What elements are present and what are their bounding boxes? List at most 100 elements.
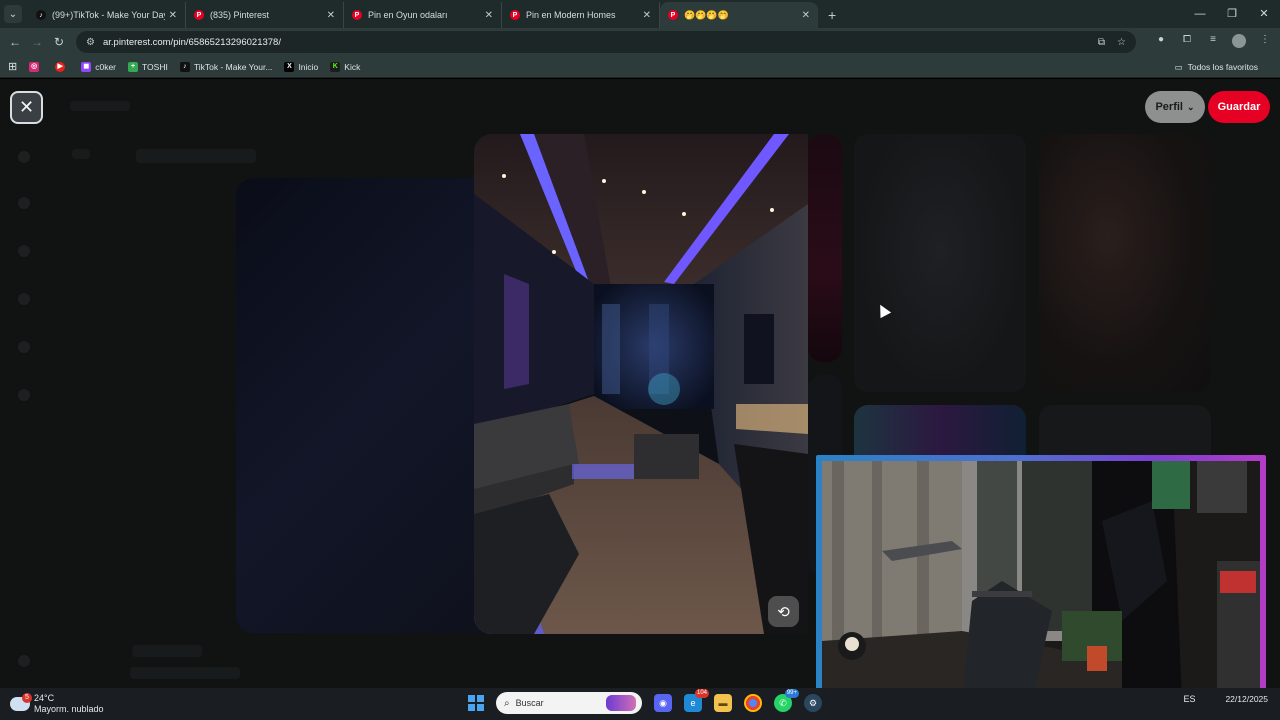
bookmark-toshi[interactable]: + TOSHI <box>128 61 168 72</box>
tab-pin-modern-homes[interactable]: P Pin en Modern Homes ✕ <box>502 2 660 28</box>
weather-description: Mayorm. nublado <box>34 704 104 714</box>
bookmarks-bar: ⊞ ◎ ▶ ◼ c0ker + TOSHI ♪ TikTok - Make Your.… <box>0 56 1280 78</box>
close-icon[interactable]: ✕ <box>802 10 810 21</box>
tiktok-icon: ♪ <box>179 61 190 72</box>
comment-row <box>130 667 240 679</box>
tab-tiktok[interactable]: ♪ (99+)TikTok - Make Your Day ✕ <box>28 2 186 28</box>
bookmark-instagram[interactable]: ◎ <box>29 61 43 72</box>
pinterest-icon: P <box>352 10 362 20</box>
address-bar[interactable]: ⚙ ar.pinterest.com/pin/658652132960213​7… <box>76 31 1136 53</box>
taskbar-search[interactable]: ⌕ Buscar <box>496 692 642 714</box>
site-info-icon[interactable]: ⚙ <box>86 37 95 48</box>
bookmark-kick[interactable]: K Kick <box>330 61 360 72</box>
back-icon[interactable]: ← <box>4 35 26 49</box>
profile-avatar[interactable] <box>1226 33 1252 51</box>
close-icon[interactable]: ✕ <box>485 10 493 21</box>
date: 22/12/2025 <box>1225 694 1268 704</box>
tab-pin-oyun[interactable]: P Pin en Oyun odaları ✕ <box>344 2 502 28</box>
close-icon[interactable]: ✕ <box>169 10 177 21</box>
nav-settings-icon <box>18 389 30 401</box>
clock[interactable]: 22/12/2025 <box>1225 694 1268 704</box>
x-icon: X <box>284 61 295 72</box>
reload-icon[interactable]: ↻ <box>48 35 70 49</box>
pin-image-living-room[interactable] <box>474 134 808 634</box>
steam-icon[interactable]: ⚙ <box>804 694 822 712</box>
profile-board-dropdown[interactable]: Perfil ⌄ <box>1145 91 1205 123</box>
tab-title: (99+)TikTok - Make Your Day <box>52 10 165 20</box>
nav-messages-icon <box>18 341 30 353</box>
file-explorer-icon[interactable]: ▬ <box>714 694 732 712</box>
rating-stars <box>132 645 202 657</box>
related-pin-3 <box>1039 134 1211 392</box>
bookmark-youtube[interactable]: ▶ <box>55 61 69 72</box>
extension-icon[interactable]: ● <box>1148 34 1174 51</box>
search-highlight-image <box>606 695 636 711</box>
related-pin-1 <box>808 134 842 362</box>
apps-grid-icon[interactable]: ⊞ <box>8 60 17 73</box>
bookmark-x-inicio[interactable]: X Inicio <box>284 61 318 72</box>
edge-icon[interactable]: e 104 <box>684 689 709 712</box>
tab-title: Pin en Oyun odaları <box>368 10 448 20</box>
pinterest-icon: P <box>194 10 204 20</box>
nav-explore-icon <box>18 197 30 209</box>
kick-icon: K <box>330 61 341 72</box>
window-controls: — ❐ ✕ <box>1184 0 1280 28</box>
puzzle-icon[interactable]: ⧠ <box>1174 34 1200 51</box>
language-indicator[interactable]: ES <box>1183 694 1195 704</box>
extensions-area: ● ⧠ ≡ ⋮ <box>1148 33 1278 51</box>
chrome-icon[interactable] <box>744 694 762 712</box>
twitch-icon: ◼ <box>81 61 92 72</box>
webcam-room-scene <box>822 461 1260 701</box>
forward-icon[interactable]: → <box>26 35 48 49</box>
weather-widget[interactable]: 5 24°C Mayorm. nublado <box>10 693 104 715</box>
bookmark-tiktok[interactable]: ♪ TikTok - Make Your... <box>179 61 272 72</box>
screen: ⌄ ♪ (99+)TikTok - Make Your Day ✕ P (835… <box>0 0 1280 720</box>
pinterest-icon: P <box>510 10 520 20</box>
tab-title: (835) Pinterest <box>210 10 270 20</box>
install-app-icon[interactable]: ⧉ <box>1098 37 1105 48</box>
youtube-icon: ▶ <box>55 61 66 72</box>
discord-icon[interactable]: ◉ <box>654 694 672 712</box>
close-icon[interactable]: ✕ <box>643 10 651 21</box>
related-pin-2 <box>854 134 1026 392</box>
media-icon[interactable]: ≡ <box>1200 34 1226 51</box>
pin-action-row <box>136 149 256 163</box>
windows-taskbar: 5 24°C Mayorm. nublado ⌕ Buscar ◉ e 104 ▬… <box>0 688 1280 720</box>
lens-icon: ⟲ <box>777 603 790 621</box>
system-tray: ES 22/12/2025 <box>1183 694 1268 704</box>
close-icon: ✕ <box>18 97 35 117</box>
instagram-icon: ◎ <box>29 61 40 72</box>
url-text[interactable]: ar.pinterest.com/pin/658652132960213​78/ <box>103 37 1086 48</box>
nav-updates-icon <box>18 293 30 305</box>
tab-search-button[interactable]: ⌄ <box>4 5 22 23</box>
webcam-overlay <box>816 455 1266 707</box>
search-icon: ⌕ <box>504 697 510 709</box>
chevron-down-icon: ⌄ <box>1186 101 1195 112</box>
close-window-icon[interactable]: ✕ <box>1248 0 1280 28</box>
minimize-icon[interactable]: — <box>1184 0 1216 28</box>
webcam-feed <box>822 461 1260 701</box>
temperature: 24°C <box>34 693 55 703</box>
restore-icon[interactable]: ❐ <box>1216 0 1248 28</box>
taskbar-apps: ⌕ Buscar ◉ e 104 ▬ ✆ 99+ ⚙ <box>468 689 822 714</box>
save-button[interactable]: Guardar <box>1208 91 1270 123</box>
tab-active-pin[interactable]: P 🤭🤭🤭🤭 ✕ <box>660 2 818 28</box>
back-arrow-icon <box>72 149 90 159</box>
toolbar: ← → ↻ ⚙ ar.pinterest.com/pin/65865213296… <box>0 28 1280 56</box>
all-bookmarks[interactable]: ▭ Todos los favoritos <box>1175 56 1258 78</box>
close-icon[interactable]: ✕ <box>327 10 335 21</box>
nav-more-icon <box>18 655 30 667</box>
whatsapp-icon[interactable]: ✆ 99+ <box>774 689 799 712</box>
placeholder-text <box>70 101 130 111</box>
cloud-icon: 5 <box>10 693 32 711</box>
new-tab-button[interactable]: + <box>828 7 836 23</box>
interior-scene <box>474 134 808 634</box>
bookmark-c0ker[interactable]: ◼ c0ker <box>81 61 116 72</box>
menu-icon[interactable]: ⋮ <box>1252 34 1278 51</box>
close-closeup-button[interactable]: ✕ <box>10 91 43 124</box>
tab-pinterest-home[interactable]: P (835) Pinterest ✕ <box>186 2 344 28</box>
toshi-icon: + <box>128 61 139 72</box>
visual-search-lens-button[interactable]: ⟲ <box>768 596 799 627</box>
windows-start-icon[interactable] <box>468 695 484 711</box>
bookmark-star-icon[interactable]: ☆ <box>1117 37 1126 48</box>
